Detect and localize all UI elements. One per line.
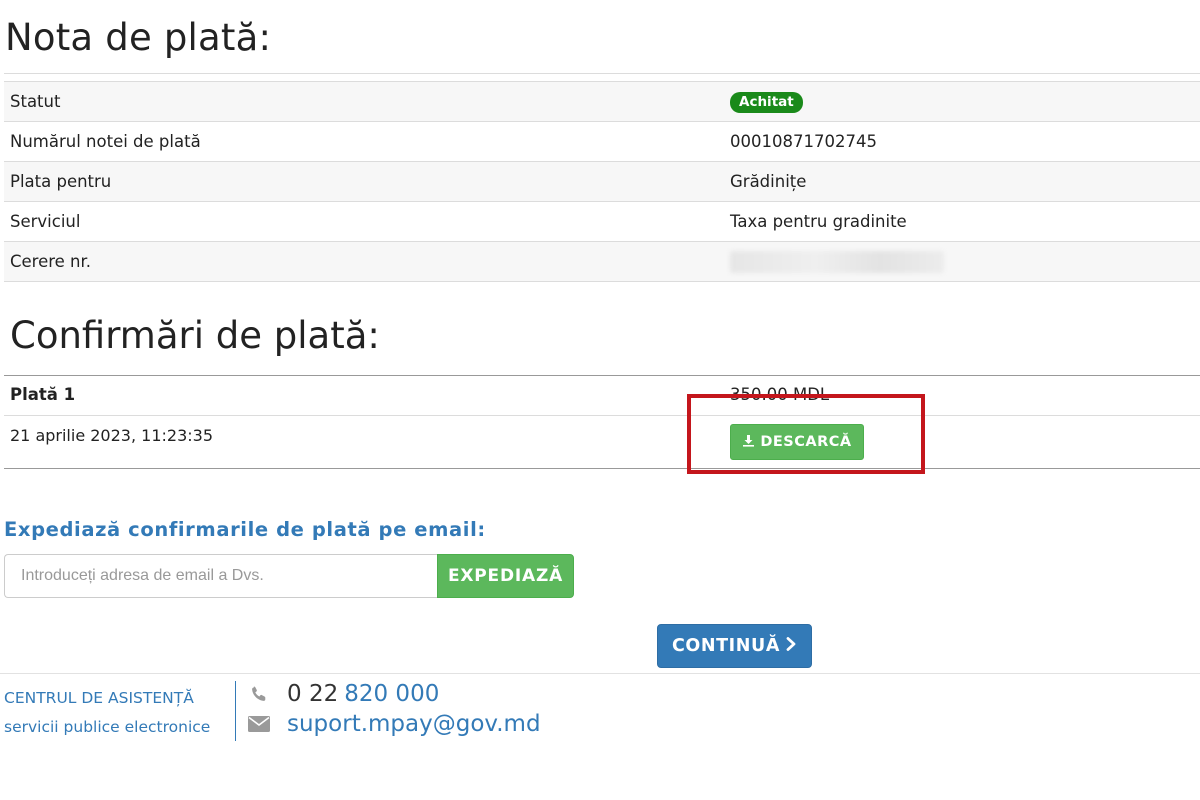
payment-page: Nota de plată: Statut Achitat Numărul no… bbox=[0, 0, 1200, 800]
table-row: Statut Achitat bbox=[4, 81, 1200, 122]
payment-confirmation-table: Plată 1 350.00 MDL 21 aprilie 2023, 11:2… bbox=[4, 375, 1200, 469]
phone-number-link[interactable]: 820 000 bbox=[344, 681, 439, 707]
table-row: Serviciul Taxa pentru gradinite bbox=[4, 201, 1200, 242]
email-form: EXPEDIAZĂ bbox=[4, 554, 574, 598]
phone-icon bbox=[248, 683, 270, 705]
support-center-label: CENTRUL DE ASISTENȚĂ servicii publice el… bbox=[4, 684, 210, 742]
row-label-status: Statut bbox=[4, 81, 728, 122]
phone-prefix: 0 22 bbox=[287, 681, 339, 707]
table-row: Plată 1 350.00 MDL bbox=[4, 376, 1200, 416]
confirmations-title: Confirmări de plată: bbox=[10, 314, 380, 357]
table-row: Numărul notei de plată 00010871702745 bbox=[4, 121, 1200, 162]
highlight-annotation bbox=[687, 394, 925, 474]
row-label-payment-for: Plata pentru bbox=[4, 161, 728, 202]
title-divider bbox=[4, 73, 1200, 74]
row-value-service: Taxa pentru gradinite bbox=[728, 201, 1200, 242]
continue-button[interactable]: CONTINUĂ bbox=[657, 624, 812, 668]
continue-label: CONTINUĂ bbox=[671, 636, 780, 656]
row-label-service: Serviciul bbox=[4, 201, 728, 242]
row-label-request-number: Cerere nr. bbox=[4, 241, 728, 282]
status-badge: Achitat bbox=[730, 91, 803, 113]
support-email-link[interactable]: suport.mpay@gov.md bbox=[287, 711, 541, 737]
invoice-table: Statut Achitat Numărul notei de plată 00… bbox=[4, 81, 1200, 282]
payment-name: Plată 1 bbox=[10, 385, 76, 404]
phone-contact: 0 22 820 000 bbox=[248, 681, 439, 707]
email-input[interactable] bbox=[4, 554, 437, 598]
redacted-value bbox=[730, 250, 944, 273]
chevron-right-icon bbox=[786, 636, 797, 656]
row-value-invoice-number: 00010871702745 bbox=[728, 121, 1200, 162]
envelope-icon bbox=[248, 713, 270, 735]
invoice-title: Nota de plată: bbox=[5, 16, 272, 59]
row-value-status: Achitat bbox=[728, 81, 1200, 122]
row-label-invoice-number: Numărul notei de plată bbox=[4, 121, 728, 162]
support-title: CENTRUL DE ASISTENȚĂ bbox=[4, 689, 194, 707]
footer-divider bbox=[0, 673, 1200, 674]
table-row: 21 aprilie 2023, 11:23:35 DESCARCĂ bbox=[4, 416, 1200, 468]
table-row: Plata pentru Grădinițe bbox=[4, 161, 1200, 202]
row-value-payment-for: Grădinițe bbox=[728, 161, 1200, 202]
email-section-title: Expediază confirmarile de plată pe email… bbox=[4, 518, 486, 541]
footer-vertical-divider bbox=[235, 681, 236, 741]
send-email-button[interactable]: EXPEDIAZĂ bbox=[437, 554, 574, 598]
table-row: Cerere nr. bbox=[4, 241, 1200, 282]
payment-date: 21 aprilie 2023, 11:23:35 bbox=[10, 426, 213, 445]
row-value-request-number bbox=[728, 241, 1200, 282]
support-subtitle: servicii publice electronice bbox=[4, 718, 211, 736]
email-contact: suport.mpay@gov.md bbox=[248, 711, 541, 737]
